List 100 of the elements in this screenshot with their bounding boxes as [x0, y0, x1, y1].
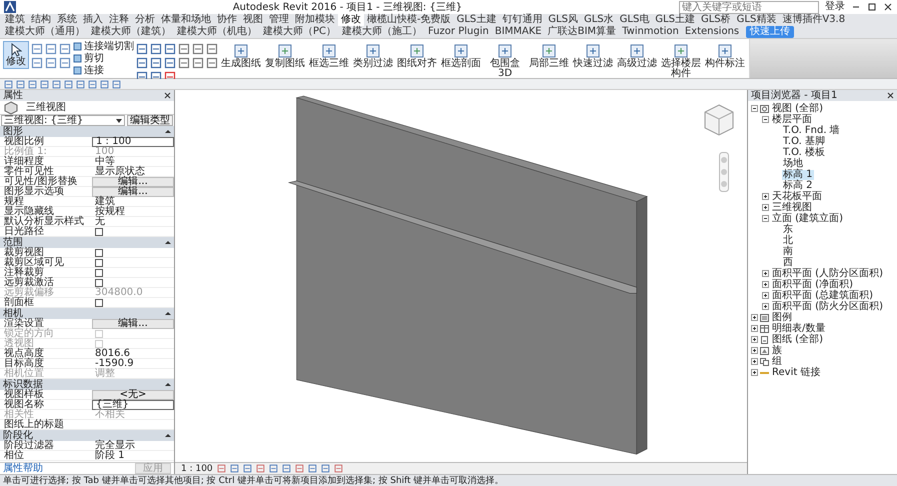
tree-item[interactable]: 三维视图: [771, 202, 813, 212]
tree-item[interactable]: 图例: [771, 312, 793, 322]
tree-item[interactable]: 北: [782, 236, 794, 246]
ribbon-tab[interactable]: Twinmotion: [619, 26, 682, 38]
ribbon-tab[interactable]: GLS风: [545, 14, 581, 26]
ribbon-tab[interactable]: 系统: [54, 14, 80, 26]
collapse-icon[interactable]: [165, 382, 171, 388]
tree-item[interactable]: 南: [782, 246, 794, 256]
ribbon-tab[interactable]: Fuzor Plugin: [425, 26, 492, 38]
tool-button[interactable]: 生成图纸: [220, 41, 262, 71]
tree-item[interactable]: 楼层平面: [771, 114, 813, 124]
ribbon-tab[interactable]: GLS桥: [698, 14, 734, 26]
expand-icon[interactable]: [751, 347, 758, 354]
ribbon-tab[interactable]: 管理: [266, 14, 292, 26]
ribbon-tab[interactable]: GLS电: [616, 14, 652, 26]
checkbox[interactable]: [95, 299, 103, 307]
ribbon-tab[interactable]: 协作: [214, 14, 240, 26]
expand-icon[interactable]: [762, 193, 769, 200]
tree-item[interactable]: 面积平面 (防火分区面积): [771, 302, 884, 312]
tool-button[interactable]: 类别过滤: [352, 41, 394, 71]
ribbon-tab[interactable]: GLS水: [580, 14, 617, 26]
ribbon-tab[interactable]: 建模大师（施工）: [339, 26, 426, 38]
tree-item[interactable]: 视图 (全部): [771, 104, 824, 114]
edit-button[interactable]: 编辑...: [92, 187, 174, 197]
ribbon-tab[interactable]: Extensions: [682, 26, 742, 38]
edit-button[interactable]: 编辑...: [92, 319, 174, 329]
tool-button[interactable]: 构件标注: [704, 41, 746, 71]
tree-item[interactable]: 东: [782, 224, 794, 234]
expand-icon[interactable]: [762, 281, 769, 288]
tree-item[interactable]: 族: [771, 346, 783, 356]
tree-item[interactable]: 标高 2: [782, 180, 814, 190]
tool-button[interactable]: 复制图纸: [264, 41, 306, 71]
tool-button[interactable]: 框选剖面: [440, 41, 482, 71]
edit-type-button[interactable]: 编辑类型: [127, 115, 173, 126]
tree-item[interactable]: 面积平面 (净面积): [771, 280, 854, 290]
ribbon-tab[interactable]: 建模大师（机电）: [174, 26, 260, 38]
help-link[interactable]: 属性帮助: [3, 464, 43, 474]
close-icon[interactable]: [883, 2, 893, 12]
collapse-icon[interactable]: [165, 128, 171, 134]
checkbox[interactable]: [95, 249, 103, 257]
tree-item[interactable]: 图纸 (全部): [771, 334, 824, 344]
ribbon-tab[interactable]: 附加模块: [292, 14, 338, 26]
tree-item[interactable]: 面积平面 (人防分区面积): [771, 268, 884, 278]
tool-button[interactable]: 局部三维: [528, 41, 570, 71]
property-field[interactable]: 1 : 100: [92, 137, 174, 147]
tree-item[interactable]: 西: [782, 258, 794, 268]
tree-item[interactable]: T.O. Fnd. 墙: [782, 126, 841, 136]
checkbox[interactable]: [95, 259, 103, 267]
ribbon-tab[interactable]: 视图: [240, 14, 266, 26]
checkbox[interactable]: [95, 269, 103, 277]
tree-item[interactable]: 明细表/数量: [771, 324, 826, 334]
property-field[interactable]: {三维}: [92, 400, 174, 410]
collapse-icon[interactable]: [165, 310, 171, 316]
expand-icon[interactable]: [762, 303, 769, 310]
modify-button[interactable]: 修改: [3, 41, 29, 69]
tree-item[interactable]: T.O. 楼板: [782, 148, 826, 158]
edit-button[interactable]: <无>: [92, 390, 174, 400]
tool-button[interactable]: 选择楼层构件: [660, 41, 702, 81]
ribbon-tab[interactable]: 体量和场地: [158, 14, 214, 26]
ribbon-tab[interactable]: 结构: [28, 14, 54, 26]
ribbon-tab[interactable]: 建模大师（通用）: [2, 26, 88, 38]
close-icon[interactable]: [164, 92, 171, 99]
maximize-icon[interactable]: [867, 2, 877, 12]
ribbon-tab[interactable]: 建筑: [2, 14, 28, 26]
collapse-icon[interactable]: [165, 432, 171, 438]
expand-icon[interactable]: [762, 270, 769, 277]
ribbon-tab[interactable]: 速博插件V3.8: [779, 14, 848, 26]
tree-item[interactable]: T.O. 基脚: [782, 136, 826, 146]
ribbon-tab[interactable]: 插入: [80, 14, 106, 26]
tree-item[interactable]: 立面 (建筑立面): [771, 214, 844, 224]
tree-item[interactable]: 天花板平面: [771, 192, 823, 202]
app-logo-icon[interactable]: [4, 1, 16, 13]
expand-icon[interactable]: [762, 204, 769, 211]
ribbon-tab[interactable]: GLS土建: [454, 14, 500, 26]
close-icon[interactable]: [887, 92, 894, 99]
checkbox[interactable]: [95, 228, 103, 236]
ribbon-tab[interactable]: BIMMAKE: [492, 26, 545, 38]
ribbon-tab[interactable]: 修改: [338, 14, 364, 26]
expand-icon[interactable]: [751, 314, 758, 321]
ribbon-tab[interactable]: GLS土建: [652, 14, 698, 26]
ribbon-tab[interactable]: 钉钉通用: [499, 14, 546, 26]
sign-in-link[interactable]: 登录: [825, 1, 845, 13]
view-scale[interactable]: 1 : 100: [181, 464, 213, 474]
tool-button[interactable]: 连接: [73, 65, 134, 76]
ribbon-tab[interactable]: GLS精装: [734, 14, 780, 26]
tree-item[interactable]: 面积平面 (总建筑面积): [771, 290, 874, 300]
expand-icon[interactable]: [751, 358, 758, 365]
tool-button[interactable]: 图纸对齐: [396, 41, 438, 71]
ribbon-tab[interactable]: 广联达BIM算量: [544, 26, 620, 38]
tool-button[interactable]: 包围盒3D: [484, 41, 526, 81]
collapse-icon[interactable]: [762, 116, 769, 123]
tree-item[interactable]: 标高 1: [782, 170, 814, 180]
tool-button[interactable]: 连接端切割: [73, 41, 134, 52]
tool-button[interactable]: 快速过滤: [572, 41, 614, 71]
tool-button[interactable]: 剪切: [73, 53, 134, 64]
ribbon-tab[interactable]: 分析: [132, 14, 158, 26]
ribbon-tab[interactable]: 橄榄山快模-免费版: [364, 14, 454, 26]
collapse-icon[interactable]: [165, 240, 171, 246]
tree-item[interactable]: Revit 链接: [771, 368, 822, 378]
expand-icon[interactable]: [751, 369, 758, 376]
